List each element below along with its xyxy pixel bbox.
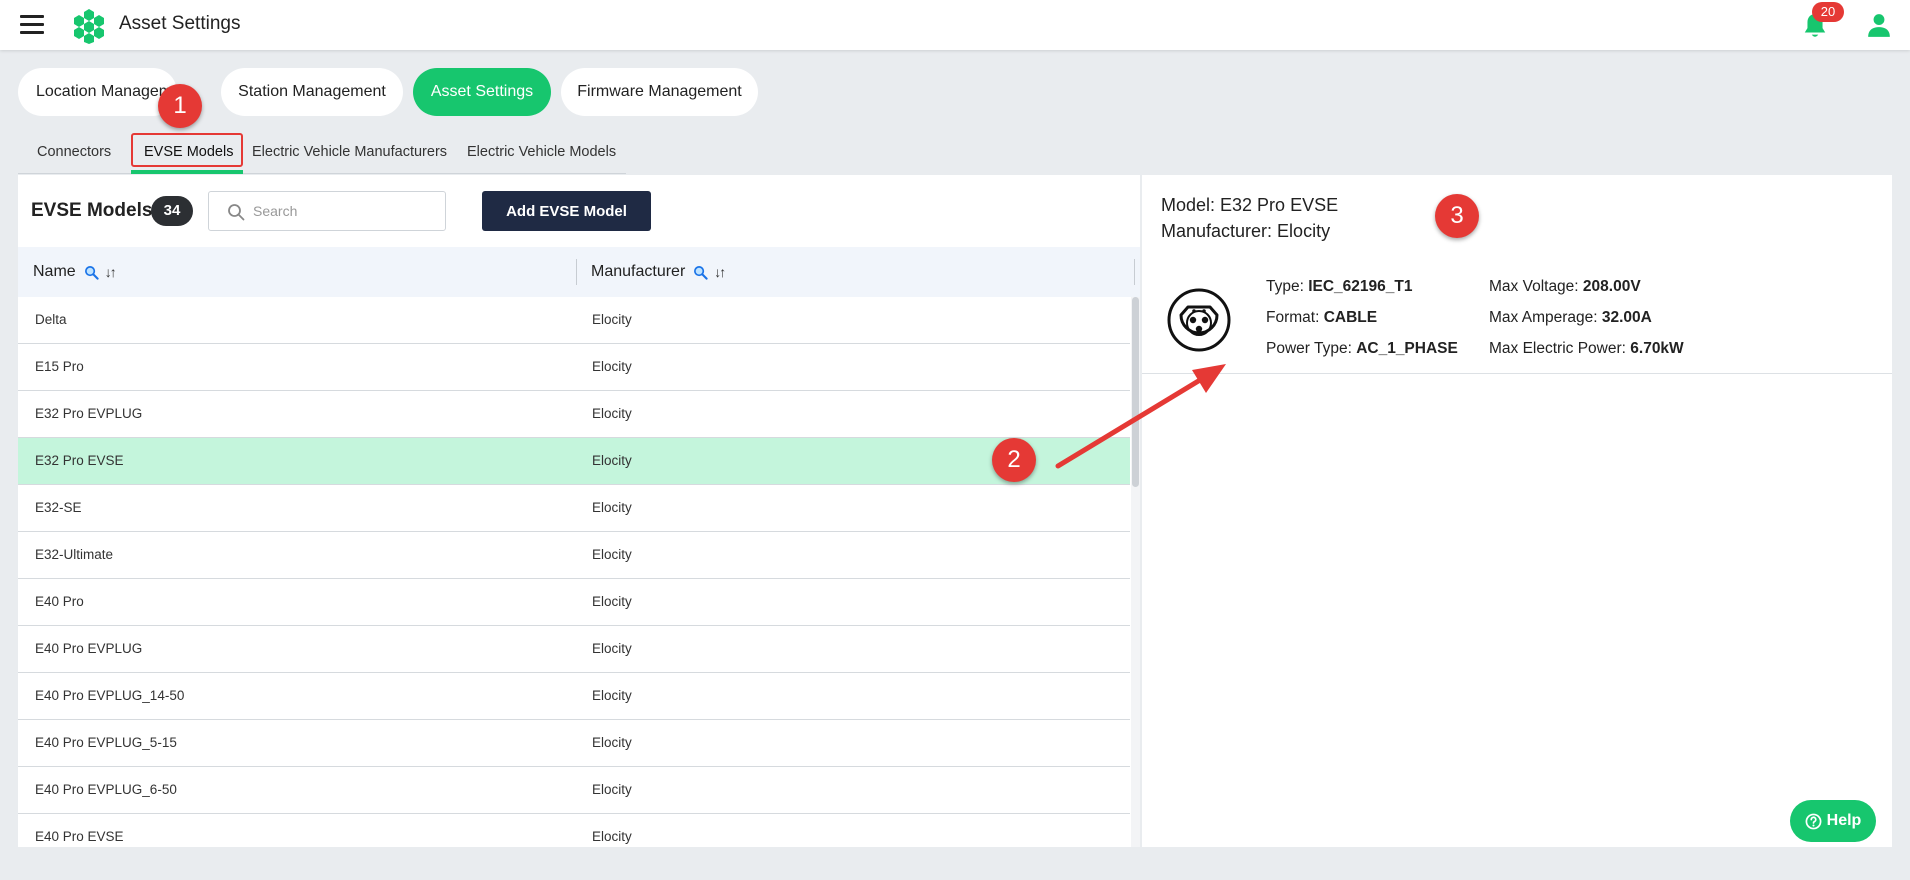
table-row[interactable]: E15 Pro Elocity — [18, 344, 1130, 391]
table-row[interactable]: E40 Pro EVSE Elocity — [18, 814, 1130, 847]
evse-model-detail-panel: Model: E32 Pro EVSE Manufacturer: Elocit… — [1142, 175, 1892, 847]
subtab-ev-models[interactable]: Electric Vehicle Models — [467, 144, 616, 160]
add-evse-model-button[interactable]: Add EVSE Model — [482, 191, 651, 231]
notification-count-badge: 20 — [1812, 2, 1844, 22]
table-header: Name ↓↑ Manufacturer ↓↑ — [18, 247, 1140, 297]
annotation-marker-3: 3 — [1435, 194, 1479, 238]
help-button[interactable]: Help — [1790, 800, 1876, 842]
page-title: Asset Settings — [119, 13, 241, 34]
column-divider[interactable] — [1134, 259, 1135, 285]
evse-models-list-panel: EVSE Models 34 Add EVSE Model Name ↓↑ Ma… — [18, 175, 1140, 847]
sort-icon[interactable]: ↓↑ — [714, 264, 726, 280]
tab-station-management[interactable]: Station Management — [221, 68, 403, 116]
active-tab-indicator — [131, 170, 243, 174]
column-divider[interactable] — [576, 259, 577, 285]
detail-format: Format: CABLE — [1266, 309, 1378, 326]
detail-power-type: Power Type: AC_1_PHASE — [1266, 340, 1458, 357]
detail-max-voltage: Max Voltage: 208.00V — [1489, 278, 1641, 295]
tab-asset-settings[interactable]: Asset Settings — [413, 68, 551, 116]
type1-connector-icon — [1167, 288, 1231, 352]
user-icon[interactable] — [1866, 12, 1892, 38]
table-row[interactable]: E40 Pro EVPLUG Elocity — [18, 626, 1130, 673]
column-search-icon[interactable] — [693, 265, 708, 280]
detail-divider — [1142, 373, 1892, 374]
search-icon — [228, 204, 245, 221]
annotation-marker-2: 2 — [992, 438, 1036, 482]
tab-location-management[interactable]: Location Management — [18, 68, 177, 116]
subtab-connectors[interactable]: Connectors — [37, 144, 111, 160]
sort-icon[interactable]: ↓↑ — [105, 264, 117, 280]
column-search-icon[interactable] — [84, 265, 99, 280]
annotation-highlight-box — [131, 133, 243, 167]
table-body: Delta Elocity E15 Pro Elocity E32 Pro EVPL… — [18, 297, 1130, 847]
sub-tab-bar: Connectors EVSE Models Electric Vehicle … — [18, 136, 626, 174]
search-input[interactable] — [253, 201, 433, 221]
annotation-marker-1: 1 — [158, 84, 202, 128]
scrollbar-thumb[interactable] — [1132, 297, 1139, 487]
table-row-selected[interactable]: E32 Pro EVSE Elocity — [18, 438, 1130, 485]
detail-type: Type: IEC_62196_T1 — [1266, 278, 1413, 295]
help-icon — [1805, 813, 1822, 829]
table-row[interactable]: E40 Pro EVPLUG_6-50 Elocity — [18, 767, 1130, 814]
table-row[interactable]: E40 Pro Elocity — [18, 579, 1130, 626]
subtab-ev-manufacturers[interactable]: Electric Vehicle Manufacturers — [252, 144, 447, 160]
table-row[interactable]: Delta Elocity — [18, 297, 1130, 344]
table-row[interactable]: E40 Pro EVPLUG_5-15 Elocity — [18, 720, 1130, 767]
list-title: EVSE Models — [31, 200, 153, 221]
column-header-manufacturer: Manufacturer ↓↑ — [591, 263, 726, 280]
table-row[interactable]: E32 Pro EVPLUG Elocity — [18, 391, 1130, 438]
detail-model: Model: E32 Pro EVSE — [1161, 195, 1339, 215]
table-row[interactable]: E40 Pro EVPLUG_14-50 Elocity — [18, 673, 1130, 720]
detail-manufacturer: Manufacturer: Elocity — [1161, 221, 1331, 241]
menu-icon[interactable] — [20, 15, 44, 35]
table-row[interactable]: E32-SE Elocity — [18, 485, 1130, 532]
search-field[interactable] — [208, 191, 446, 231]
detail-max-amperage: Max Amperage: 32.00A — [1489, 309, 1652, 326]
detail-max-power: Max Electric Power: 6.70kW — [1489, 340, 1684, 357]
table-row[interactable]: E32-Ultimate Elocity — [18, 532, 1130, 579]
top-bar: Asset Settings 20 — [0, 0, 1910, 50]
count-badge: 34 — [151, 196, 193, 226]
tab-firmware-management[interactable]: Firmware Management — [561, 68, 758, 116]
column-header-name: Name ↓↑ — [33, 263, 117, 280]
logo-icon — [74, 9, 104, 44]
